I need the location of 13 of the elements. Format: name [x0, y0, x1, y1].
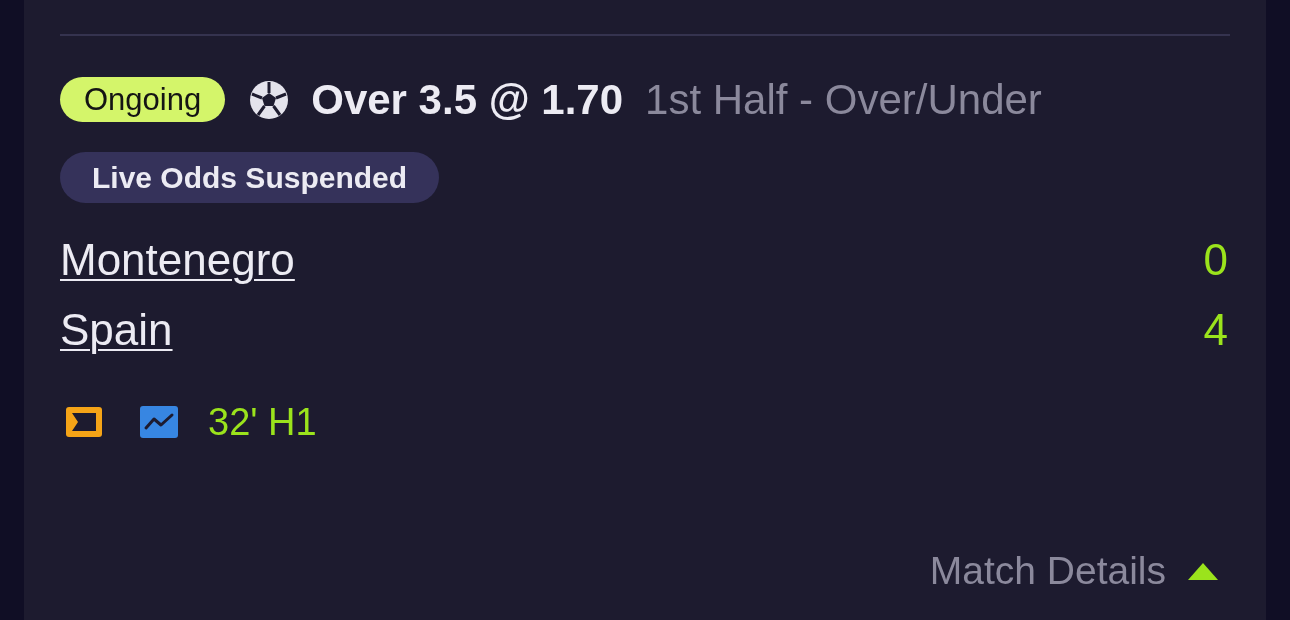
match-clock: 32' H1: [208, 400, 317, 444]
bet-selection: Over 3.5 @ 1.70: [311, 75, 624, 124]
team-link[interactable]: Spain: [60, 305, 173, 355]
team-score: 4: [1203, 305, 1228, 355]
team-link[interactable]: Montenegro: [60, 235, 295, 285]
team-score: 0: [1203, 235, 1228, 285]
tag-icon: [66, 407, 102, 437]
suspended-badge: Live Odds Suspended: [60, 152, 440, 203]
status-badge: Ongoing: [60, 77, 226, 122]
bet-market: 1st Half - Over/Under: [645, 75, 1042, 124]
line-chart-icon: [140, 406, 178, 438]
match-details-toggle[interactable]: Match Details: [929, 548, 1218, 594]
soccer-ball-icon: [249, 79, 290, 120]
